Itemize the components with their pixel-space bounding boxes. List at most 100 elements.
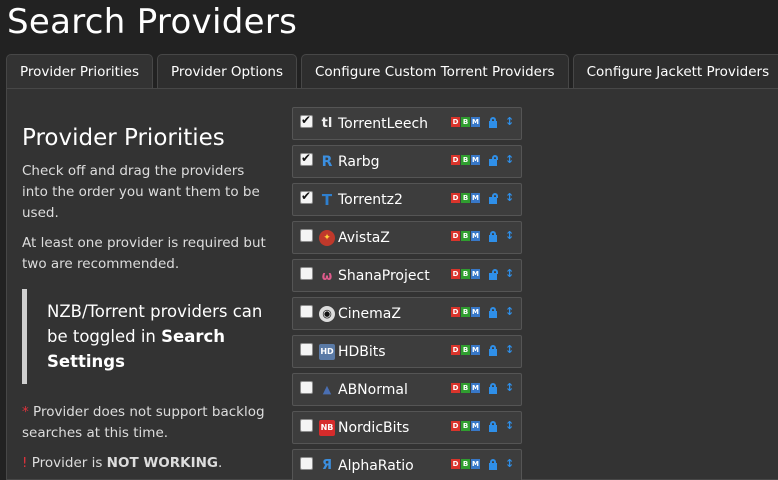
- legend-not-working-prefix: Provider is: [27, 455, 107, 471]
- manual-badge: M: [471, 193, 480, 203]
- provider-checkbox[interactable]: [300, 343, 313, 356]
- daily-badge: D: [451, 307, 460, 317]
- lock-icon: [489, 231, 497, 242]
- tab-configure-custom-torrent-providers[interactable]: Configure Custom Torrent Providers: [301, 54, 569, 89]
- daily-badge: D: [451, 421, 460, 431]
- manual-badge: M: [471, 345, 480, 355]
- provider-row[interactable]: ▲ ABNormal D B M ↕: [292, 373, 522, 406]
- provider-checkbox[interactable]: [300, 229, 313, 242]
- unlock-icon: [489, 193, 498, 204]
- manual-badge: M: [471, 155, 480, 165]
- lock-icon: [489, 117, 497, 128]
- drag-handle-icon[interactable]: ↕: [505, 304, 514, 320]
- toggle-note: NZB/Torrent providers can be toggled in …: [22, 289, 272, 384]
- provider-row[interactable]: ω ShanaProject D B M ↕: [292, 259, 522, 292]
- backlog-badge: B: [461, 307, 470, 317]
- page-title: Search Providers: [7, 2, 298, 42]
- daily-badge: D: [451, 345, 460, 355]
- lock-icon: [489, 345, 497, 356]
- backlog-badge: B: [461, 345, 470, 355]
- backlog-badge: B: [461, 231, 470, 241]
- backlog-badge: B: [461, 155, 470, 165]
- provider-row[interactable]: ◉ CinemaZ D B M ↕: [292, 297, 522, 330]
- tab-provider-priorities[interactable]: Provider Priorities: [6, 54, 154, 90]
- provider-row[interactable]: HD HDBits D B M ↕: [292, 335, 522, 368]
- provider-checkbox[interactable]: [300, 419, 313, 432]
- manual-badge: M: [471, 421, 480, 431]
- daily-badge: D: [451, 383, 460, 393]
- torrentleech-icon: tl: [321, 116, 333, 131]
- drag-handle-icon[interactable]: ↕: [505, 152, 514, 168]
- manual-badge: M: [471, 231, 480, 241]
- provider-checkbox[interactable]: [300, 113, 313, 128]
- shanaproject-icon: ω: [321, 269, 333, 283]
- drag-handle-icon[interactable]: ↕: [505, 266, 514, 282]
- provider-checkbox[interactable]: [300, 381, 313, 394]
- provider-name: ABNormal: [338, 382, 408, 398]
- provider-name: AlphaRatio: [338, 458, 414, 474]
- backlog-badge: B: [461, 459, 470, 469]
- drag-handle-icon[interactable]: ↕: [505, 114, 514, 130]
- provider-checkbox[interactable]: [300, 457, 313, 470]
- toggle-note-text: NZB/Torrent providers can be toggled in: [47, 302, 263, 346]
- drag-handle-icon[interactable]: ↕: [505, 418, 514, 434]
- search-mode-badges: DBM: [451, 193, 481, 203]
- avistaz-icon: ✦: [319, 230, 335, 246]
- provider-checkbox[interactable]: [300, 267, 313, 280]
- legend-backlog: * Provider does not support backlog sear…: [22, 402, 272, 444]
- backlog-badge: B: [461, 269, 470, 279]
- provider-row[interactable]: tl TorrentLeech DBM ↕: [292, 107, 522, 140]
- tab-panel: Provider Priorities Check off and drag t…: [6, 88, 778, 480]
- search-mode-badges: DBM: [451, 269, 481, 279]
- search-mode-badges: DBM: [451, 307, 481, 317]
- drag-handle-icon[interactable]: ↕: [505, 380, 514, 396]
- manual-badge: M: [471, 459, 480, 469]
- backlog-badge: B: [461, 421, 470, 431]
- provider-name: TorrentLeech: [338, 116, 429, 132]
- provider-row[interactable]: ✦ AvistaZ D B M ↕: [292, 221, 522, 254]
- abnormal-icon: ▲: [322, 383, 332, 396]
- section-heading: Provider Priorities: [22, 125, 225, 151]
- drag-handle-icon[interactable]: ↕: [505, 190, 514, 206]
- search-mode-badges: DBM: [451, 459, 481, 469]
- alpharatio-icon: Я: [321, 458, 332, 473]
- search-mode-badges: DBM: [451, 231, 481, 241]
- provider-row[interactable]: R Rarbg DBM ↕: [292, 145, 522, 178]
- daily-badge: D: [451, 231, 460, 241]
- search-mode-badges: DBM: [451, 421, 481, 431]
- provider-list: tlTorrentLeechDBM↕RRarbgDBM↕TTorrentz2DB…: [292, 107, 522, 480]
- instructions: Provider Priorities Check off and drag t…: [22, 125, 272, 480]
- hdbits-icon: HD: [319, 344, 335, 360]
- drag-handle-icon[interactable]: ↕: [505, 342, 514, 358]
- provider-name: Torrentz2: [338, 192, 403, 208]
- legend-not-working-bold: NOT WORKING: [106, 455, 218, 471]
- search-mode-badges: DBM: [451, 117, 481, 127]
- provider-row[interactable]: T Torrentz2 DBM ↕: [292, 183, 522, 216]
- drag-handle-icon[interactable]: ↕: [505, 228, 514, 244]
- tab-configure-jackett-providers[interactable]: Configure Jackett Providers: [572, 54, 778, 89]
- provider-name: NordicBits: [338, 420, 410, 436]
- legend-backlog-text: Provider does not support backlog search…: [22, 404, 265, 441]
- nordicbits-icon: NB: [319, 420, 335, 436]
- manual-badge: M: [471, 383, 480, 393]
- requirement-text: At least one provider is required but tw…: [22, 235, 266, 272]
- provider-row[interactable]: NB NordicBits D B M ↕: [292, 411, 522, 444]
- provider-checkbox[interactable]: [300, 151, 313, 166]
- backlog-marker: *: [22, 404, 29, 420]
- manual-badge: M: [471, 307, 480, 317]
- tab-provider-options[interactable]: Provider Options: [157, 54, 297, 89]
- provider-checkbox[interactable]: [300, 305, 313, 318]
- lock-icon: [489, 421, 497, 432]
- legend-not-working-suffix: .: [217, 455, 223, 471]
- drag-handle-icon[interactable]: ↕: [505, 456, 514, 472]
- manual-badge: M: [471, 117, 480, 127]
- provider-row[interactable]: Я AlphaRatio D B M ↕: [292, 449, 522, 480]
- manual-badge: M: [471, 269, 480, 279]
- provider-checkbox[interactable]: [300, 189, 313, 204]
- daily-badge: D: [451, 117, 460, 127]
- instruction-text: Check off and drag the providers into th…: [22, 163, 260, 221]
- search-mode-badges: DBM: [451, 383, 481, 393]
- search-mode-badges: DBM: [451, 155, 481, 165]
- legend-not-working: ! Provider is NOT WORKING.: [22, 453, 272, 474]
- daily-badge: D: [451, 459, 460, 469]
